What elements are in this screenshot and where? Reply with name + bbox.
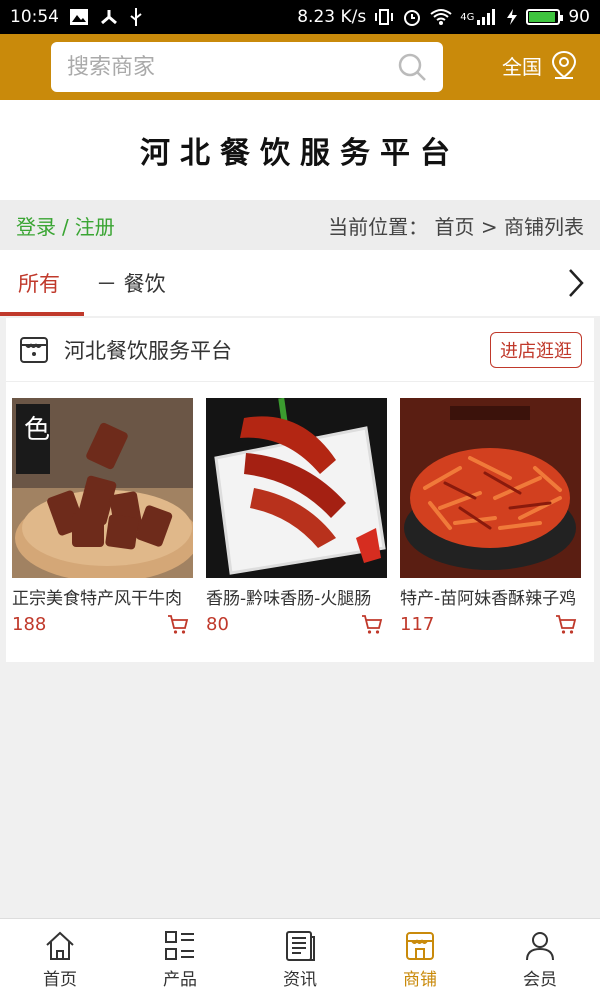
nav-member-label: 会员 xyxy=(523,970,557,990)
product-price-row: 188 xyxy=(12,613,193,635)
login-link[interactable]: 登录 xyxy=(16,215,56,239)
register-link[interactable]: 注册 xyxy=(75,215,115,239)
nav-member[interactable]: 会员 xyxy=(480,919,600,1000)
battery-level: 90 xyxy=(568,7,590,27)
site-title: 河北餐饮服务平台 xyxy=(140,136,460,171)
store-icon xyxy=(20,336,48,363)
search-icon[interactable] xyxy=(397,52,427,82)
chevron-right-icon xyxy=(569,269,584,297)
share-icon xyxy=(99,8,119,26)
region-label: 全国 xyxy=(502,54,542,79)
news-icon xyxy=(286,931,315,961)
breadcrumb: 当前位置： 首页 > 商铺列表 xyxy=(328,211,584,240)
product-name[interactable]: 特产-苗阿妹香酥辣子鸡 xyxy=(400,584,581,609)
product-price: 117 xyxy=(400,613,435,635)
cart-icon[interactable] xyxy=(167,613,189,635)
tabs-next-button[interactable] xyxy=(552,250,600,316)
category-tabs: 所有 － 餐饮 xyxy=(0,250,600,316)
vibrate-icon xyxy=(374,8,394,26)
product-card[interactable]: 色 正宗美食特产风干牛肉 188 xyxy=(12,398,193,635)
product-card[interactable]: 香肠-黔味香肠-火腿肠 80 xyxy=(206,398,387,635)
product-price: 80 xyxy=(206,613,229,635)
location-prefix: 当前位置： xyxy=(328,214,429,239)
alarm-icon xyxy=(402,7,422,27)
nav-products[interactable]: 产品 xyxy=(120,919,240,1000)
grid-list-icon xyxy=(165,931,194,960)
tab-all[interactable]: 所有 xyxy=(0,250,84,316)
tab-catering[interactable]: － 餐饮 xyxy=(78,250,184,316)
login-register: 登录 / 注册 xyxy=(16,211,115,240)
breadcrumb-current: 商铺列表 xyxy=(504,214,584,239)
product-card[interactable]: 特产-苗阿妹香酥辣子鸡 117 xyxy=(400,398,581,635)
login-separator: / xyxy=(62,214,69,239)
nav-home[interactable]: 首页 xyxy=(0,919,120,1000)
charging-icon xyxy=(506,8,518,26)
product-price: 188 xyxy=(12,613,47,635)
cart-icon[interactable] xyxy=(555,613,577,635)
nav-home-label: 首页 xyxy=(43,970,77,990)
breadcrumb-arrow: > xyxy=(480,214,498,239)
status-bar: 10:54 8.23 K/s 4G 90 xyxy=(0,0,600,34)
image-notification-icon xyxy=(69,8,89,26)
store-icon xyxy=(406,932,434,960)
header-bar: 全国 xyxy=(0,34,600,100)
product-image-spicy-chicken[interactable] xyxy=(400,398,581,578)
nav-shops-label: 商铺 xyxy=(403,970,437,990)
usb-icon xyxy=(129,7,143,27)
bottom-nav: 首页 产品 资讯 商铺 会员 xyxy=(0,918,600,1000)
shop-card: 河北餐饮服务平台 进店逛逛 色 正宗美食特产风干牛肉 188 香肠-黔味香肠-火… xyxy=(6,318,594,662)
shop-header: 河北餐饮服务平台 进店逛逛 xyxy=(6,318,594,382)
search-input[interactable] xyxy=(67,54,397,80)
location-pin-icon xyxy=(551,50,577,79)
region-selector[interactable]: 全国 xyxy=(502,50,578,80)
wifi-icon xyxy=(430,8,452,26)
nav-shops[interactable]: 商铺 xyxy=(360,919,480,1000)
signal-type: 4G xyxy=(460,11,475,23)
clock: 10:54 xyxy=(10,7,59,27)
nav-products-label: 产品 xyxy=(163,970,197,990)
battery-icon xyxy=(526,9,564,25)
search-box[interactable] xyxy=(51,42,443,92)
product-name[interactable]: 香肠-黔味香肠-火腿肠 xyxy=(206,584,387,609)
home-icon xyxy=(46,931,74,960)
shop-name[interactable]: 河北餐饮服务平台 xyxy=(64,335,232,365)
product-list: 色 正宗美食特产风干牛肉 188 香肠-黔味香肠-火腿肠 80 特产-苗阿妹香酥… xyxy=(6,382,594,635)
nav-news[interactable]: 资讯 xyxy=(240,919,360,1000)
cell-signal-icon: 4G xyxy=(460,8,498,26)
nav-news-label: 资讯 xyxy=(283,970,317,990)
product-name[interactable]: 正宗美食特产风干牛肉 xyxy=(12,584,193,609)
product-image-sausage[interactable] xyxy=(206,398,387,578)
visit-shop-button[interactable]: 进店逛逛 xyxy=(490,331,582,368)
site-banner: 河北餐饮服务平台 xyxy=(0,100,600,200)
product-price-row: 117 xyxy=(400,613,581,635)
network-speed: 8.23 K/s xyxy=(297,7,367,27)
breadcrumb-home-link[interactable]: 首页 xyxy=(435,215,475,239)
svg-text:色: 色 xyxy=(24,415,50,445)
product-image-dried-beef[interactable]: 色 xyxy=(12,398,193,578)
cart-icon[interactable] xyxy=(361,613,383,635)
user-icon xyxy=(526,932,554,961)
breadcrumb-bar: 登录 / 注册 当前位置： 首页 > 商铺列表 xyxy=(0,200,600,250)
product-price-row: 80 xyxy=(206,613,387,635)
